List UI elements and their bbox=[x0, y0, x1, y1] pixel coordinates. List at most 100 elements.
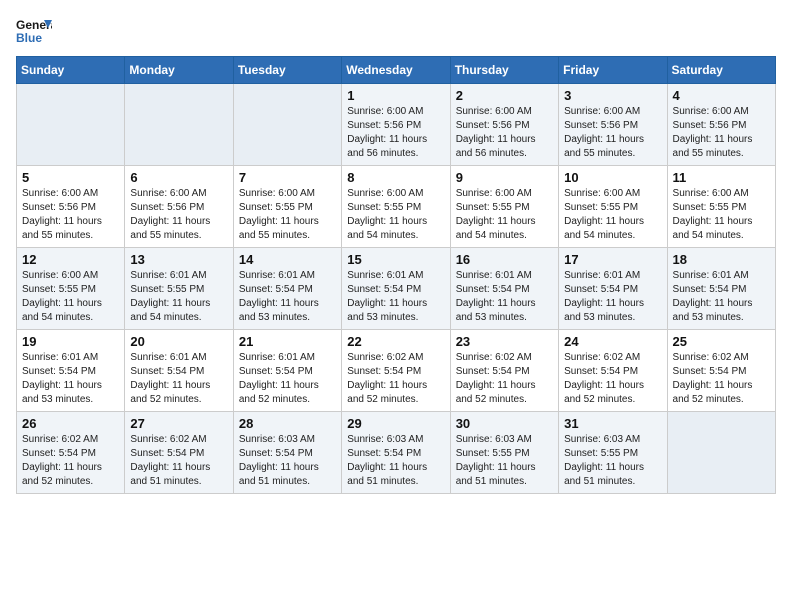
cell-info: Sunset: 5:54 PM bbox=[673, 365, 770, 379]
cell-info: Sunset: 5:55 PM bbox=[564, 447, 661, 461]
cell-info: Daylight: 11 hours and 54 minutes. bbox=[673, 215, 770, 243]
calendar-header-row: SundayMondayTuesdayWednesdayThursdayFrid… bbox=[17, 57, 776, 84]
day-number: 5 bbox=[22, 170, 119, 185]
cell-info: Sunset: 5:54 PM bbox=[456, 283, 553, 297]
weekday-header-sunday: Sunday bbox=[17, 57, 125, 84]
cell-info: Sunset: 5:55 PM bbox=[456, 447, 553, 461]
cell-info: Daylight: 11 hours and 55 minutes. bbox=[673, 133, 770, 161]
cell-info: Daylight: 11 hours and 53 minutes. bbox=[347, 297, 444, 325]
cell-info: Daylight: 11 hours and 55 minutes. bbox=[130, 215, 227, 243]
day-number: 27 bbox=[130, 416, 227, 431]
day-number: 1 bbox=[347, 88, 444, 103]
cell-info: Sunrise: 6:01 AM bbox=[130, 351, 227, 365]
calendar-cell: 26Sunrise: 6:02 AMSunset: 5:54 PMDayligh… bbox=[17, 412, 125, 494]
cell-info: Sunrise: 6:01 AM bbox=[239, 269, 336, 283]
cell-info: Sunset: 5:54 PM bbox=[239, 283, 336, 297]
cell-info: Daylight: 11 hours and 52 minutes. bbox=[347, 379, 444, 407]
cell-info: Sunrise: 6:02 AM bbox=[456, 351, 553, 365]
calendar-cell: 7Sunrise: 6:00 AMSunset: 5:55 PMDaylight… bbox=[233, 166, 341, 248]
day-number: 29 bbox=[347, 416, 444, 431]
calendar-table: SundayMondayTuesdayWednesdayThursdayFrid… bbox=[16, 56, 776, 494]
calendar-cell: 14Sunrise: 6:01 AMSunset: 5:54 PMDayligh… bbox=[233, 248, 341, 330]
calendar-cell: 3Sunrise: 6:00 AMSunset: 5:56 PMDaylight… bbox=[559, 84, 667, 166]
cell-info: Sunset: 5:54 PM bbox=[130, 365, 227, 379]
cell-info: Sunset: 5:56 PM bbox=[22, 201, 119, 215]
calendar-cell bbox=[125, 84, 233, 166]
cell-info: Daylight: 11 hours and 55 minutes. bbox=[564, 133, 661, 161]
cell-info: Sunrise: 6:01 AM bbox=[130, 269, 227, 283]
cell-info: Sunset: 5:54 PM bbox=[347, 283, 444, 297]
day-number: 15 bbox=[347, 252, 444, 267]
calendar-cell: 25Sunrise: 6:02 AMSunset: 5:54 PMDayligh… bbox=[667, 330, 775, 412]
cell-info: Sunset: 5:54 PM bbox=[347, 365, 444, 379]
cell-info: Sunrise: 6:01 AM bbox=[673, 269, 770, 283]
calendar-week-row: 12Sunrise: 6:00 AMSunset: 5:55 PMDayligh… bbox=[17, 248, 776, 330]
calendar-cell: 28Sunrise: 6:03 AMSunset: 5:54 PMDayligh… bbox=[233, 412, 341, 494]
weekday-header-monday: Monday bbox=[125, 57, 233, 84]
weekday-header-tuesday: Tuesday bbox=[233, 57, 341, 84]
cell-info: Sunrise: 6:03 AM bbox=[456, 433, 553, 447]
calendar-cell bbox=[667, 412, 775, 494]
cell-info: Sunrise: 6:00 AM bbox=[347, 105, 444, 119]
calendar-cell: 30Sunrise: 6:03 AMSunset: 5:55 PMDayligh… bbox=[450, 412, 558, 494]
cell-info: Daylight: 11 hours and 54 minutes. bbox=[456, 215, 553, 243]
day-number: 31 bbox=[564, 416, 661, 431]
calendar-cell: 13Sunrise: 6:01 AMSunset: 5:55 PMDayligh… bbox=[125, 248, 233, 330]
cell-info: Sunrise: 6:03 AM bbox=[564, 433, 661, 447]
calendar-cell: 31Sunrise: 6:03 AMSunset: 5:55 PMDayligh… bbox=[559, 412, 667, 494]
cell-info: Sunrise: 6:01 AM bbox=[347, 269, 444, 283]
cell-info: Sunset: 5:56 PM bbox=[130, 201, 227, 215]
cell-info: Sunset: 5:55 PM bbox=[239, 201, 336, 215]
day-number: 2 bbox=[456, 88, 553, 103]
cell-info: Daylight: 11 hours and 56 minutes. bbox=[347, 133, 444, 161]
cell-info: Daylight: 11 hours and 52 minutes. bbox=[456, 379, 553, 407]
calendar-cell bbox=[233, 84, 341, 166]
cell-info: Daylight: 11 hours and 51 minutes. bbox=[130, 461, 227, 489]
cell-info: Daylight: 11 hours and 54 minutes. bbox=[22, 297, 119, 325]
day-number: 19 bbox=[22, 334, 119, 349]
calendar-cell: 4Sunrise: 6:00 AMSunset: 5:56 PMDaylight… bbox=[667, 84, 775, 166]
cell-info: Sunrise: 6:03 AM bbox=[239, 433, 336, 447]
cell-info: Daylight: 11 hours and 56 minutes. bbox=[456, 133, 553, 161]
day-number: 7 bbox=[239, 170, 336, 185]
cell-info: Daylight: 11 hours and 51 minutes. bbox=[456, 461, 553, 489]
cell-info: Sunrise: 6:00 AM bbox=[239, 187, 336, 201]
calendar-cell: 24Sunrise: 6:02 AMSunset: 5:54 PMDayligh… bbox=[559, 330, 667, 412]
cell-info: Sunrise: 6:00 AM bbox=[673, 105, 770, 119]
cell-info: Sunset: 5:55 PM bbox=[456, 201, 553, 215]
cell-info: Sunrise: 6:02 AM bbox=[564, 351, 661, 365]
cell-info: Daylight: 11 hours and 51 minutes. bbox=[239, 461, 336, 489]
cell-info: Daylight: 11 hours and 52 minutes. bbox=[239, 379, 336, 407]
calendar-cell: 21Sunrise: 6:01 AMSunset: 5:54 PMDayligh… bbox=[233, 330, 341, 412]
day-number: 20 bbox=[130, 334, 227, 349]
cell-info: Daylight: 11 hours and 52 minutes. bbox=[673, 379, 770, 407]
cell-info: Sunset: 5:55 PM bbox=[22, 283, 119, 297]
cell-info: Sunset: 5:54 PM bbox=[130, 447, 227, 461]
cell-info: Daylight: 11 hours and 53 minutes. bbox=[456, 297, 553, 325]
cell-info: Daylight: 11 hours and 52 minutes. bbox=[22, 461, 119, 489]
calendar-cell: 23Sunrise: 6:02 AMSunset: 5:54 PMDayligh… bbox=[450, 330, 558, 412]
cell-info: Daylight: 11 hours and 53 minutes. bbox=[673, 297, 770, 325]
cell-info: Daylight: 11 hours and 52 minutes. bbox=[564, 379, 661, 407]
cell-info: Sunset: 5:55 PM bbox=[673, 201, 770, 215]
day-number: 16 bbox=[456, 252, 553, 267]
cell-info: Sunrise: 6:03 AM bbox=[347, 433, 444, 447]
cell-info: Sunset: 5:54 PM bbox=[239, 365, 336, 379]
cell-info: Sunrise: 6:00 AM bbox=[22, 187, 119, 201]
day-number: 22 bbox=[347, 334, 444, 349]
weekday-header-wednesday: Wednesday bbox=[342, 57, 450, 84]
cell-info: Sunset: 5:54 PM bbox=[22, 447, 119, 461]
cell-info: Sunset: 5:54 PM bbox=[239, 447, 336, 461]
calendar-cell: 22Sunrise: 6:02 AMSunset: 5:54 PMDayligh… bbox=[342, 330, 450, 412]
cell-info: Daylight: 11 hours and 54 minutes. bbox=[564, 215, 661, 243]
svg-text:Blue: Blue bbox=[16, 31, 42, 44]
calendar-cell: 11Sunrise: 6:00 AMSunset: 5:55 PMDayligh… bbox=[667, 166, 775, 248]
cell-info: Daylight: 11 hours and 53 minutes. bbox=[22, 379, 119, 407]
logo: General Blue bbox=[16, 16, 56, 44]
calendar-cell: 10Sunrise: 6:00 AMSunset: 5:55 PMDayligh… bbox=[559, 166, 667, 248]
cell-info: Daylight: 11 hours and 54 minutes. bbox=[130, 297, 227, 325]
calendar-cell: 5Sunrise: 6:00 AMSunset: 5:56 PMDaylight… bbox=[17, 166, 125, 248]
cell-info: Daylight: 11 hours and 52 minutes. bbox=[130, 379, 227, 407]
cell-info: Daylight: 11 hours and 51 minutes. bbox=[347, 461, 444, 489]
calendar-week-row: 19Sunrise: 6:01 AMSunset: 5:54 PMDayligh… bbox=[17, 330, 776, 412]
